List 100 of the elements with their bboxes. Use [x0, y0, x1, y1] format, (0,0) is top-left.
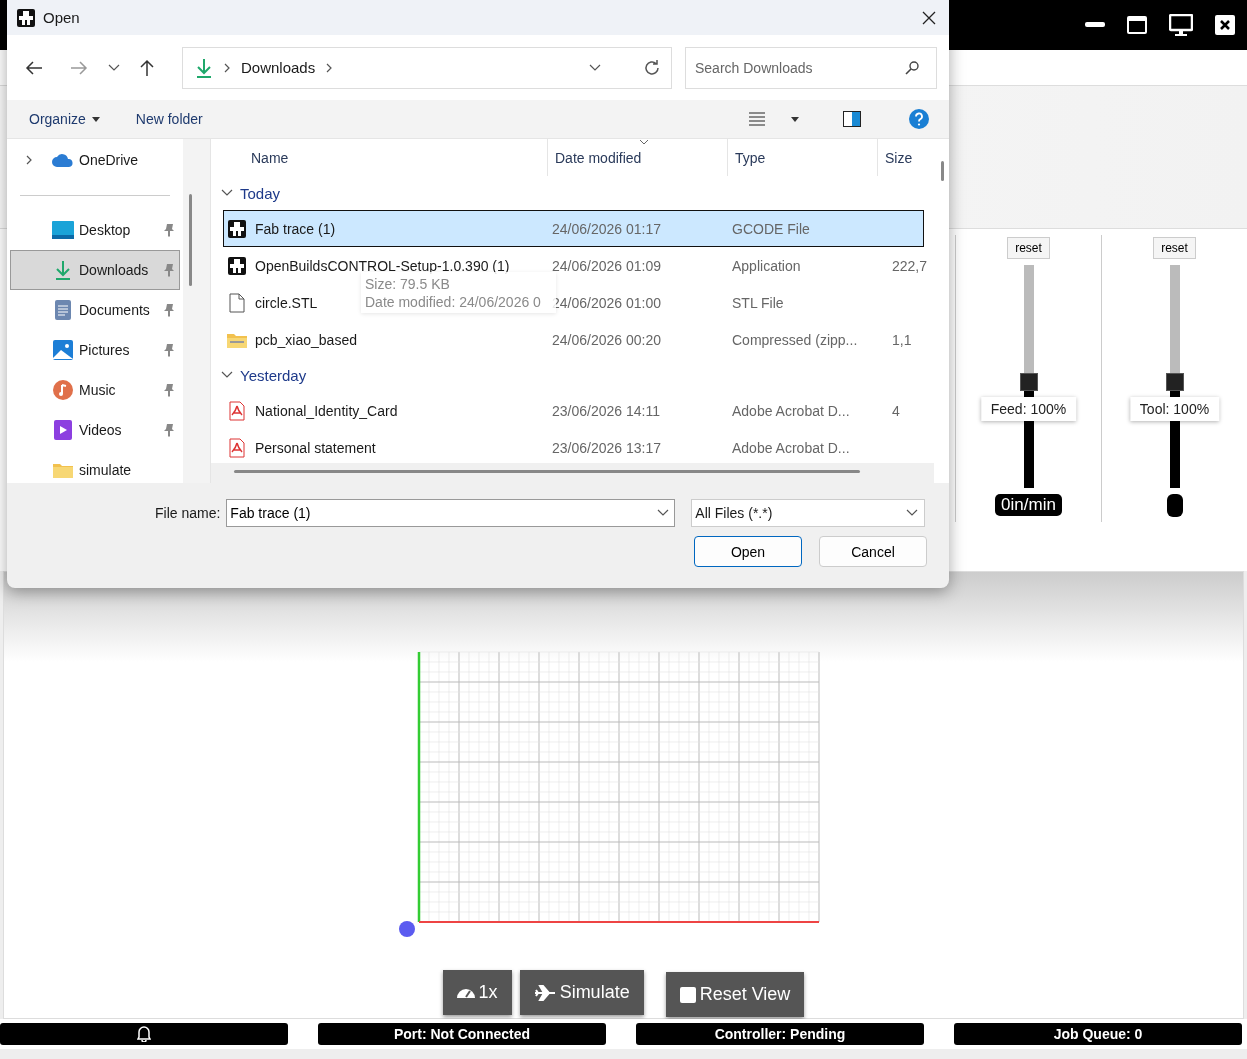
- column-header[interactable]: Name: [244, 139, 289, 176]
- dropdown-icon[interactable]: [657, 509, 670, 517]
- breadcrumb-separator-icon[interactable]: [325, 62, 334, 73]
- file-name[interactable]: National_Identity_Card: [255, 402, 398, 419]
- scrollbar-thumb[interactable]: [941, 161, 944, 181]
- file-name[interactable]: Fab trace (1): [255, 220, 336, 237]
- file-name[interactable]: circle.STL: [255, 294, 318, 311]
- status-field: Port: Not Connected: [318, 1023, 606, 1045]
- pin-icon: [163, 343, 175, 357]
- monitor-icon[interactable]: [1169, 14, 1193, 36]
- cancel-button[interactable]: Cancel: [819, 536, 927, 567]
- caret-icon[interactable]: [791, 116, 799, 122]
- help-icon[interactable]: [909, 109, 929, 129]
- sidebar-item[interactable]: Documents: [10, 290, 180, 330]
- minimize-icon[interactable]: [1085, 22, 1105, 28]
- breadcrumb[interactable]: Downloads: [241, 59, 316, 76]
- desktop-icon: [52, 221, 74, 239]
- date-cell-text: 24/06/2026 01:09: [552, 256, 661, 276]
- reset-button[interactable]: reset: [1007, 237, 1050, 259]
- breadcrumb-separator-icon[interactable]: [223, 62, 231, 73]
- video-icon: [54, 420, 72, 440]
- dropdown-icon[interactable]: [906, 509, 919, 517]
- close-icon[interactable]: [1215, 15, 1235, 35]
- sidebar-item[interactable]: simulate: [10, 450, 180, 483]
- speed-button[interactable]: 1x: [442, 970, 512, 1015]
- toolbar-button[interactable]: Organize: [21, 107, 108, 131]
- file-name[interactable]: OpenBuildsCONTROL-Setup-1.0.390 (1): [255, 257, 510, 274]
- scrollbar-thumb[interactable]: [189, 194, 192, 286]
- slider-tooltip: Tool: 100%: [1129, 397, 1220, 422]
- type-cell-text: Application: [732, 256, 801, 276]
- date-cell-text: 24/06/2026 01:17: [552, 219, 661, 239]
- column-header[interactable]: Type: [727, 139, 766, 176]
- pin-icon: [163, 423, 175, 437]
- forward-icon[interactable]: [70, 60, 88, 75]
- cloud-icon: [52, 153, 74, 167]
- tooltip-text: Date modified: 24/06/2026 0: [365, 293, 542, 311]
- column-header[interactable]: Size: [877, 139, 913, 176]
- back-icon[interactable]: [25, 60, 43, 75]
- plane-icon: [533, 984, 556, 1001]
- size-cell-text: 222,7: [892, 256, 928, 276]
- open-button[interactable]: Open: [694, 536, 802, 567]
- picture-icon: [53, 340, 73, 360]
- reset-button[interactable]: reset: [1153, 237, 1196, 259]
- group-chevron-icon[interactable]: [221, 189, 233, 197]
- recent-locations-icon[interactable]: [108, 63, 120, 72]
- type-cell-text: Compressed (zipp...: [732, 330, 858, 350]
- type-cell-text: STL File: [732, 293, 784, 313]
- scrollbar-thumb[interactable]: [234, 470, 860, 473]
- simulate-button[interactable]: Simulate: [519, 970, 644, 1015]
- sidebar-item[interactable]: Music: [10, 370, 180, 410]
- bell-icon: [137, 1026, 151, 1042]
- address-bar[interactable]: Downloads: [182, 46, 672, 89]
- sidebar-item[interactable]: Pictures: [10, 330, 180, 370]
- sort-icon: [639, 139, 649, 145]
- file-name[interactable]: Personal statement: [255, 439, 376, 456]
- reset-view-button[interactable]: Reset View: [665, 972, 805, 1017]
- column-header[interactable]: Date modified: [547, 139, 642, 176]
- file-name-field[interactable]: Fab trace (1): [226, 499, 676, 527]
- group-header[interactable]: Today: [211, 176, 934, 210]
- sidebar-item[interactable]: Videos: [10, 410, 180, 450]
- sidebar-item[interactable]: Desktop: [10, 210, 180, 250]
- slider-tooltip: Feed: 100%: [980, 397, 1077, 422]
- address-dropdown-icon[interactable]: [589, 63, 601, 72]
- pin-icon: [163, 263, 175, 277]
- group-header[interactable]: Yesterday: [211, 358, 934, 392]
- type-cell-text: GCODE File: [732, 219, 810, 239]
- sidebar-item[interactable]: OneDrive: [10, 140, 180, 180]
- status-field: Controller: Pending: [636, 1023, 924, 1045]
- app-logo-icon: [17, 8, 35, 27]
- pin-icon: [163, 223, 175, 237]
- slider-thumb[interactable]: [1165, 373, 1184, 392]
- file-name[interactable]: pcb_xiao_based: [255, 331, 357, 348]
- tooltip-text: Size: 79.5 KB: [365, 275, 451, 293]
- file-name-label: File name:: [155, 505, 221, 521]
- close-icon[interactable]: [922, 10, 936, 25]
- square-icon: [679, 986, 696, 1003]
- slider-thumb[interactable]: [1019, 373, 1038, 392]
- search-icon[interactable]: [905, 60, 919, 75]
- pdf-file-icon: [229, 437, 245, 458]
- preview-pane-icon[interactable]: [843, 111, 861, 127]
- search-field[interactable]: Search Downloads: [685, 46, 937, 89]
- up-icon[interactable]: [140, 58, 154, 77]
- group-chevron-icon[interactable]: [221, 371, 233, 379]
- caret-icon: [91, 116, 100, 122]
- file-icon: [229, 292, 245, 313]
- window-icon[interactable]: [1127, 16, 1147, 34]
- list-view-icon[interactable]: [749, 112, 765, 126]
- expand-chevron-icon[interactable]: [25, 155, 33, 165]
- pin-icon: [163, 303, 175, 317]
- toolbar-button[interactable]: New folder: [127, 107, 211, 131]
- type-cell-text: Adobe Acrobat D...: [732, 438, 850, 458]
- refresh-icon[interactable]: [643, 58, 661, 77]
- file-type-dropdown[interactable]: All Files (*.*): [691, 499, 926, 527]
- row-highlight[interactable]: [223, 210, 924, 247]
- window-title: Open: [43, 9, 81, 26]
- folder-zip-icon: [227, 331, 247, 348]
- app-logo-icon: [228, 256, 246, 275]
- speed-reading: 0in/min: [995, 494, 1062, 516]
- gauge-icon: [456, 987, 475, 998]
- sidebar-item[interactable]: Downloads: [10, 250, 180, 290]
